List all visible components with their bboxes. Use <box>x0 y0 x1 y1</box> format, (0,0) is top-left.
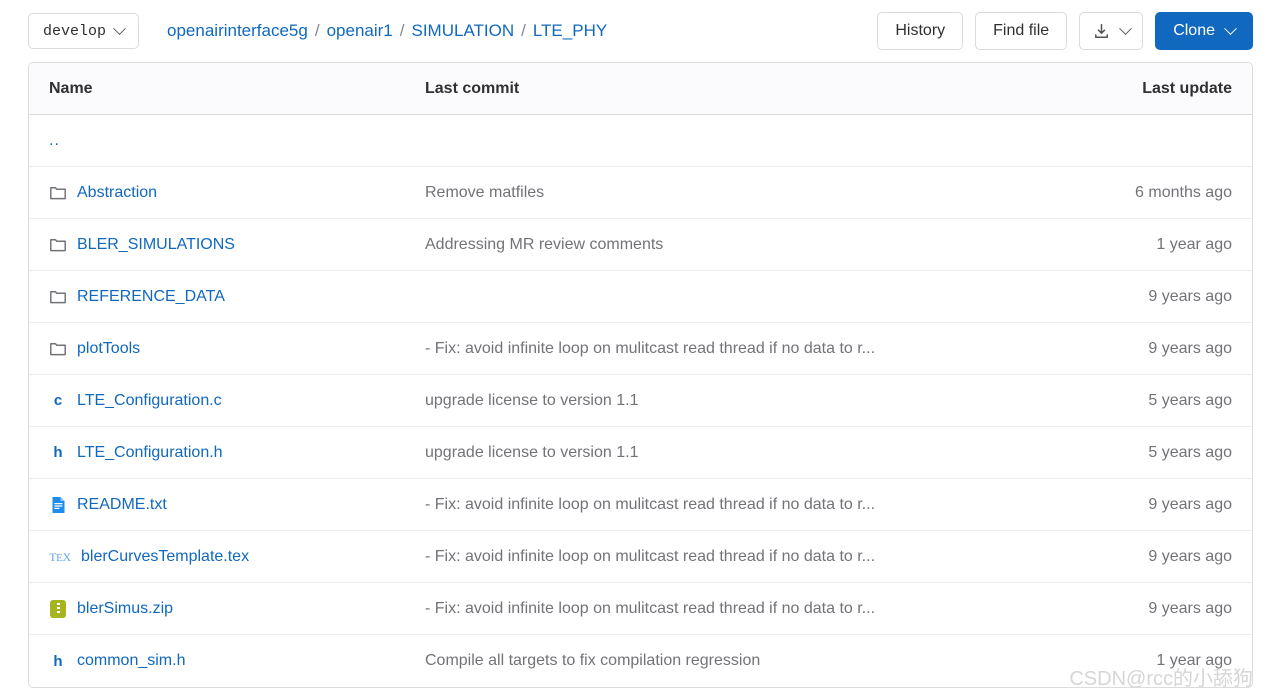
commit-message-cell: upgrade license to version 1.1 <box>425 444 1030 462</box>
chevron-down-icon <box>113 21 126 35</box>
commit-message-cell: Remove matfiles <box>425 184 1030 202</box>
c-file-icon: c <box>53 392 63 409</box>
file-name-link[interactable]: REFERENCE_DATA <box>77 288 225 306</box>
commit-message-cell: - Fix: avoid infinite loop on mulitcast … <box>425 496 1030 514</box>
commit-message-link[interactable]: Remove matfiles <box>425 184 544 201</box>
file-table-body: Abstraction Remove matfiles 6 months ago BL… <box>29 167 1252 687</box>
file-name-cell: blerSimus.zip <box>29 599 425 618</box>
text-file-icon <box>49 496 67 514</box>
history-button[interactable]: History <box>877 12 964 50</box>
h-file-icon: h <box>53 444 63 461</box>
commit-message-link[interactable]: - Fix: avoid infinite loop on mulitcast … <box>425 600 875 617</box>
chevron-down-icon <box>1119 21 1133 35</box>
file-name-cell: T E X blerCurvesTemplate.tex <box>29 548 425 566</box>
folder-icon <box>49 184 67 202</box>
file-name-cell: c LTE_Configuration.c <box>29 392 425 410</box>
table-row[interactable]: blerSimus.zip - Fix: avoid infinite loop … <box>29 583 1252 635</box>
table-row[interactable]: Abstraction Remove matfiles 6 months ago <box>29 167 1252 219</box>
table-row[interactable]: BLER_SIMULATIONS Addressing MR review com… <box>29 219 1252 271</box>
commit-message-link[interactable]: upgrade license to version 1.1 <box>425 444 638 461</box>
find-file-button[interactable]: Find file <box>975 12 1068 50</box>
last-update-cell: 9 years ago <box>1148 495 1232 513</box>
commit-message-link[interactable]: Addressing MR review comments <box>425 236 663 253</box>
last-update-cell: 9 years ago <box>1148 339 1232 357</box>
file-name-link[interactable]: plotTools <box>77 340 140 358</box>
repository-toolbar: develop openairinterface5g / openair1 / … <box>0 0 1281 62</box>
file-name-cell: plotTools <box>29 340 425 358</box>
last-update-cell: 6 months ago <box>1135 183 1232 201</box>
file-name-cell: h LTE_Configuration.h <box>29 444 425 462</box>
file-table-header: Name Last commit Last update <box>29 63 1252 115</box>
breadcrumb-separator: / <box>399 21 405 40</box>
column-header-last-commit: Last commit <box>425 79 520 97</box>
commit-message-cell: upgrade license to version 1.1 <box>425 392 1030 410</box>
commit-message-link[interactable]: - Fix: avoid infinite loop on mulitcast … <box>425 496 875 513</box>
file-name-link[interactable]: blerSimus.zip <box>77 600 173 618</box>
commit-message-cell: - Fix: avoid infinite loop on mulitcast … <box>425 548 1030 566</box>
file-name-link[interactable]: README.txt <box>77 496 167 514</box>
file-name-link[interactable]: BLER_SIMULATIONS <box>77 236 235 254</box>
commit-message-link[interactable]: - Fix: avoid infinite loop on mulitcast … <box>425 548 875 565</box>
parent-directory-cell: .. <box>29 132 425 150</box>
branch-selector-button[interactable]: develop <box>28 13 140 49</box>
breadcrumb-separator: / <box>314 21 320 40</box>
parent-directory-link[interactable]: .. <box>49 132 60 150</box>
chevron-down-icon <box>1224 21 1237 35</box>
clone-button[interactable]: Clone <box>1155 12 1253 50</box>
file-name-cell: h common_sim.h <box>29 652 425 670</box>
breadcrumb-item-0[interactable]: openairinterface5g <box>167 21 308 41</box>
file-name-link[interactable]: common_sim.h <box>77 652 185 670</box>
folder-icon <box>49 236 67 254</box>
last-update-cell: 9 years ago <box>1148 547 1232 565</box>
download-icon <box>1092 22 1110 40</box>
folder-icon <box>49 340 67 358</box>
breadcrumb-separator: / <box>521 21 526 40</box>
table-row[interactable]: T E X blerCurvesTemplate.tex - Fix: avoid in… <box>29 531 1252 583</box>
file-name-link[interactable]: LTE_Configuration.h <box>77 444 223 462</box>
column-header-last-update: Last update <box>1142 79 1232 97</box>
file-name-link[interactable]: Abstraction <box>77 184 157 202</box>
file-name-cell: BLER_SIMULATIONS <box>29 236 425 254</box>
toolbar-actions: History Find file Clone <box>877 12 1253 50</box>
last-update-cell: 1 year ago <box>1156 652 1232 669</box>
file-name-cell: REFERENCE_DATA <box>29 288 425 306</box>
tex-file-icon: TEX <box>49 549 71 564</box>
breadcrumb-item-3: LTE_PHY <box>532 21 608 40</box>
commit-message-link[interactable]: upgrade license to version 1.1 <box>425 392 638 409</box>
clone-button-label: Clone <box>1173 22 1215 39</box>
file-browser-page: develop openairinterface5g / openair1 / … <box>0 0 1281 697</box>
table-row[interactable]: h common_sim.h Compile all targets to fix … <box>29 635 1252 687</box>
table-row[interactable]: README.txt - Fix: avoid infinite loop on … <box>29 479 1252 531</box>
table-row-parent[interactable]: .. <box>29 115 1252 167</box>
table-row[interactable]: c LTE_Configuration.c upgrade license to v… <box>29 375 1252 427</box>
file-name-cell: README.txt <box>29 496 425 514</box>
branch-selector-label: develop <box>43 22 107 40</box>
h-file-icon: h <box>53 652 63 670</box>
last-update-cell: 5 years ago <box>1148 391 1232 409</box>
commit-message-link[interactable]: - Fix: avoid infinite loop on mulitcast … <box>425 340 875 357</box>
last-update-cell: 9 years ago <box>1148 599 1232 617</box>
download-button[interactable] <box>1079 12 1144 50</box>
file-name-link[interactable]: LTE_Configuration.c <box>77 392 222 410</box>
commit-message-cell: Addressing MR review comments <box>425 236 1030 254</box>
commit-message-cell: - Fix: avoid infinite loop on mulitcast … <box>425 600 1030 618</box>
breadcrumb: openairinterface5g / openair1 / SIMULATI… <box>167 21 607 41</box>
file-name-link[interactable]: blerCurvesTemplate.tex <box>81 548 249 566</box>
column-header-name: Name <box>49 79 93 97</box>
last-update-cell: 9 years ago <box>1148 287 1232 305</box>
table-row[interactable]: plotTools - Fix: avoid infinite loop on m… <box>29 323 1252 375</box>
file-name-cell: Abstraction <box>29 184 425 202</box>
breadcrumb-item-2[interactable]: SIMULATION <box>411 21 514 41</box>
zip-file-icon <box>49 599 67 618</box>
folder-icon <box>49 288 67 306</box>
last-update-cell: 5 years ago <box>1148 443 1232 461</box>
last-update-cell: 1 year ago <box>1156 235 1232 253</box>
table-row[interactable]: REFERENCE_DATA 9 years ago <box>29 271 1252 323</box>
table-row[interactable]: h LTE_Configuration.h upgrade license to v… <box>29 427 1252 479</box>
commit-message-link[interactable]: Compile all targets to fix compilation r… <box>425 652 760 669</box>
commit-message-cell: Compile all targets to fix compilation r… <box>425 652 1030 670</box>
breadcrumb-item-1[interactable]: openair1 <box>327 21 393 41</box>
file-table: Name Last commit Last update .. Abstract… <box>28 62 1253 688</box>
commit-message-cell: - Fix: avoid infinite loop on mulitcast … <box>425 340 1030 358</box>
